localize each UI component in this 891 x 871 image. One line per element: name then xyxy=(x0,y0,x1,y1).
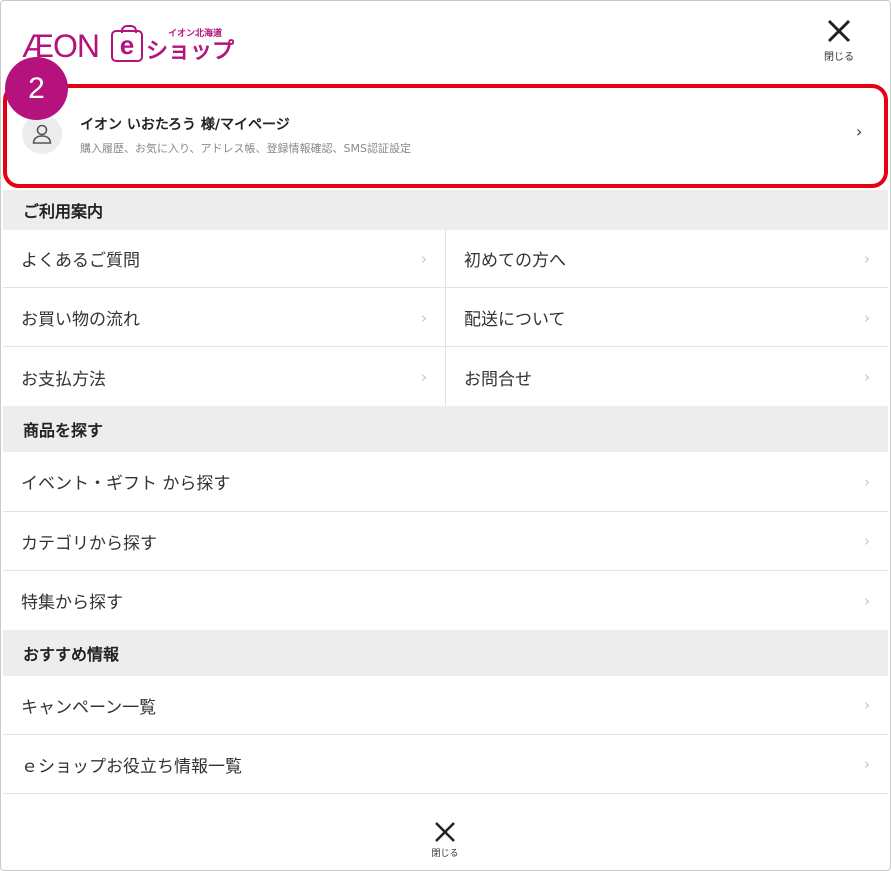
close-button-bottom[interactable]: 閉じる xyxy=(418,820,472,866)
guide-item-contact[interactable]: お問合せ › xyxy=(446,348,888,406)
recommend-item-campaigns[interactable]: キャンペーン一覧 › xyxy=(3,676,888,735)
guide-item-label: よくあるご質問 xyxy=(21,251,140,271)
chevron-right-icon: › xyxy=(864,472,870,491)
close-icon xyxy=(435,822,455,842)
chevron-right-icon: › xyxy=(864,532,870,550)
guide-item-payment[interactable]: お支払方法 › xyxy=(3,348,445,406)
close-icon xyxy=(827,19,851,43)
guide-item-label: お支払方法 xyxy=(21,369,106,390)
search-item-category[interactable]: カテゴリから探す › xyxy=(3,512,888,571)
section-heading-recommend: おすすめ情報 xyxy=(3,630,888,676)
guide-item-faq[interactable]: よくあるご質問 › xyxy=(3,230,445,288)
mypage-link[interactable]: イオン いおたろう 様/マイページ 購入履歴、お気に入り、アドレス帳、登録情報確… xyxy=(0,84,891,190)
shopping-bag-icon: e xyxy=(111,25,143,62)
aeon-eshop-logo[interactable]: ÆON e イオン北海道 ショップ xyxy=(22,25,234,64)
close-label: 閉じる xyxy=(824,52,854,63)
guide-item-first-time[interactable]: 初めての方へ › xyxy=(446,230,888,288)
search-item-feature[interactable]: 特集から探す › xyxy=(3,571,888,630)
recommend-item-label: キャンペーン一覧 xyxy=(21,697,157,718)
guide-item-delivery[interactable]: 配送について › xyxy=(446,289,888,347)
chevron-right-icon: › xyxy=(856,122,863,141)
guide-item-label: お買い物の流れ xyxy=(21,310,140,330)
search-item-event-gift[interactable]: イベント・ギフト から探す › xyxy=(3,452,888,512)
guide-item-label: 初めての方へ xyxy=(464,251,566,271)
recommend-item-label: ｅショップお役立ち情報一覧 xyxy=(21,756,242,777)
section-heading-guide: ご利用案内 xyxy=(3,190,888,230)
chevron-right-icon: › xyxy=(421,368,427,386)
guide-grid: よくあるご質問 › 初めての方へ › お買い物の流れ › 配送について › お支… xyxy=(3,230,888,406)
chevron-right-icon: › xyxy=(864,696,870,714)
logo-shop-text: ショップ xyxy=(146,38,235,64)
mypage-description: 購入履歴、お気に入り、アドレス帳、登録情報確認、SMS認証設定 xyxy=(80,142,412,155)
guide-item-label: お問合せ xyxy=(464,369,532,390)
search-item-label: カテゴリから探す xyxy=(21,533,157,554)
logo-e-letter: e xyxy=(119,30,135,60)
chevron-right-icon: › xyxy=(864,249,870,268)
mypage-user-name: イオン いおたろう 様/マイページ xyxy=(80,117,290,133)
chevron-right-icon: › xyxy=(864,308,870,327)
search-item-label: イベント・ギフト から探す xyxy=(21,474,231,494)
section-heading-search: 商品を探す xyxy=(3,406,888,452)
logo-text: イオン北海道 ショップ xyxy=(146,29,234,64)
chevron-right-icon: › xyxy=(421,308,427,327)
guide-item-shopping-flow[interactable]: お買い物の流れ › xyxy=(3,289,445,347)
grid-divider xyxy=(445,230,446,406)
step-badge: 2 xyxy=(5,57,68,120)
close-label: 閉じる xyxy=(431,849,459,859)
user-icon xyxy=(22,114,62,154)
recommend-item-tips[interactable]: ｅショップお役立ち情報一覧 › xyxy=(3,735,888,794)
chevron-right-icon: › xyxy=(421,249,427,268)
header: ÆON e イオン北海道 ショップ 閉じる xyxy=(0,0,891,82)
close-button-top[interactable]: 閉じる xyxy=(812,18,866,74)
chevron-right-icon: › xyxy=(864,368,870,386)
chevron-right-icon: › xyxy=(864,591,870,610)
search-item-label: 特集から探す xyxy=(21,593,123,613)
logo-region-text: イオン北海道 xyxy=(168,28,223,39)
guide-item-label: 配送について xyxy=(464,310,566,330)
chevron-right-icon: › xyxy=(864,755,870,773)
